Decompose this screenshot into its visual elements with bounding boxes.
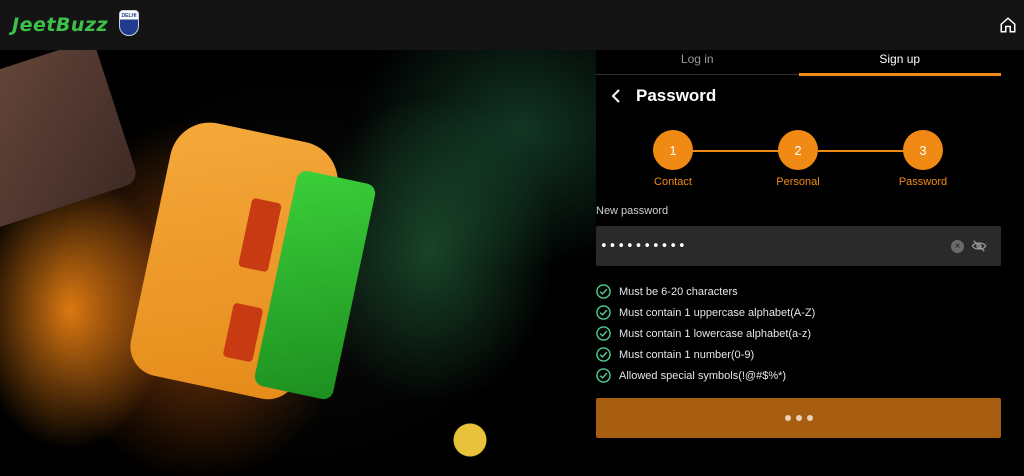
home-button[interactable]: [996, 13, 1020, 37]
step-3-circle: 3: [903, 130, 943, 170]
step-connector: [818, 150, 908, 152]
list-item: Must contain 1 number(0-9): [596, 344, 1001, 365]
list-item: Must contain 1 lowercase alphabet(a-z): [596, 323, 1001, 344]
step-2-circle: 2: [778, 130, 818, 170]
auth-tabs: Log in Sign up: [596, 50, 1002, 76]
jeetbuzz-logo[interactable]: JeetBuzz: [12, 14, 108, 36]
check-circle-icon: [596, 305, 611, 320]
clear-icon[interactable]: ×: [951, 240, 964, 253]
team-badge-logo: DELHI: [119, 10, 139, 36]
top-bar: JeetBuzz DELHI: [0, 0, 1024, 50]
page-title: Password: [636, 86, 717, 105]
rule-text: Allowed special symbols(!@#$%*): [619, 369, 787, 382]
chevron-left-icon: [611, 89, 620, 103]
list-item: Must be 6-20 characters: [596, 281, 1001, 302]
submit-button[interactable]: [596, 398, 1001, 438]
step-1-circle: 1: [653, 130, 693, 170]
rule-text: Must contain 1 lowercase alphabet(a-z): [619, 327, 811, 340]
loading-dot: [806, 415, 813, 421]
promo-hero-image: [0, 50, 596, 476]
home-icon: [1000, 17, 1016, 33]
rule-text: Must contain 1 number(0-9): [619, 348, 755, 361]
step-1-label: Contact: [654, 176, 692, 188]
loading-dot: [795, 415, 802, 421]
list-item: Allowed special symbols(!@#$%*): [596, 365, 1001, 386]
step-3-label: Password: [898, 176, 948, 188]
signup-stepper: 1 2 3 Contact Personal Password: [596, 130, 1001, 190]
password-rules-list: Must be 6-20 characters Must contain 1 u…: [596, 281, 1001, 386]
check-circle-icon: [596, 347, 611, 362]
new-password-input[interactable]: [596, 226, 1001, 266]
check-circle-icon: [596, 284, 611, 299]
hero-decoration: [0, 50, 140, 232]
back-button[interactable]: [608, 87, 624, 105]
step-2-label: Personal: [776, 176, 820, 188]
check-circle-icon: [596, 368, 611, 383]
eye-off-icon[interactable]: [971, 238, 987, 254]
loading-dot: [784, 415, 791, 421]
signup-panel: Log in Sign up Password 1 2 3 Contact Pe…: [596, 50, 1024, 476]
check-circle-icon: [596, 326, 611, 341]
rule-text: Must be 6-20 characters: [619, 285, 738, 298]
new-password-label: New password: [596, 205, 669, 217]
tab-login[interactable]: Log in: [596, 50, 799, 74]
rule-text: Must contain 1 uppercase alphabet(A-Z): [619, 306, 816, 319]
tab-signup[interactable]: Sign up: [798, 50, 1002, 76]
list-item: Must contain 1 uppercase alphabet(A-Z): [596, 302, 1001, 323]
